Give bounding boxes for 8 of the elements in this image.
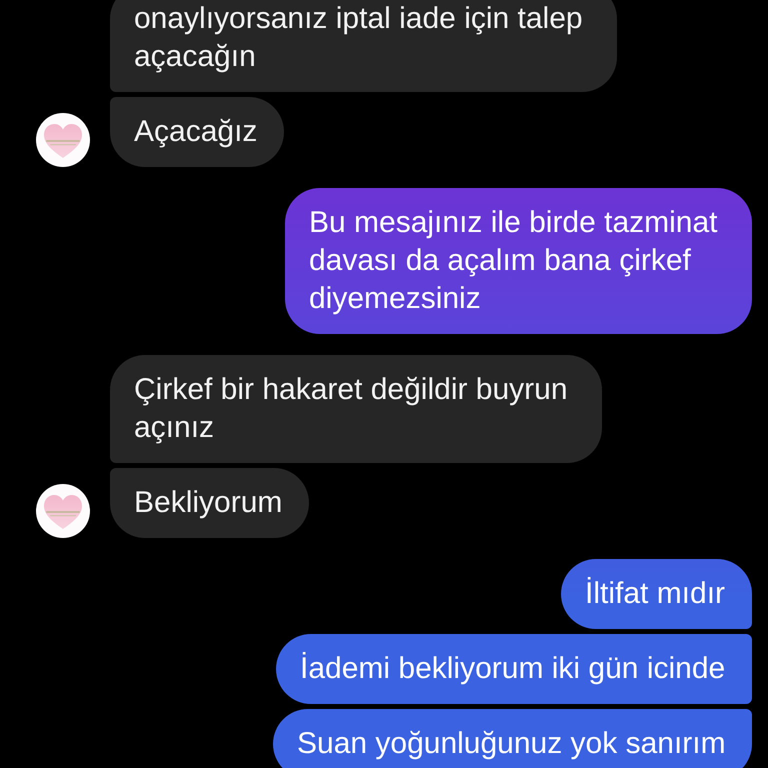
- sent-message: Bu mesajınız ile birde tazminat davası da açalım bana çirkef diyemezsiniz: [285, 188, 752, 334]
- received-message: Çirkef bir hakaret değildir buyrun açınız: [110, 355, 602, 463]
- sent-message: İltifat mıdır: [561, 559, 752, 629]
- sent-message: Suan yoğunluğunuz yok sanırım: [273, 709, 752, 768]
- received-message: Açacağız: [110, 97, 284, 167]
- received-message: onaylıyorsanız iptal iade için talep açacağın: [110, 0, 617, 92]
- received-message: Bekliyorum: [110, 468, 309, 538]
- sent-message: İademi bekliyorum iki gün icinde: [276, 634, 752, 704]
